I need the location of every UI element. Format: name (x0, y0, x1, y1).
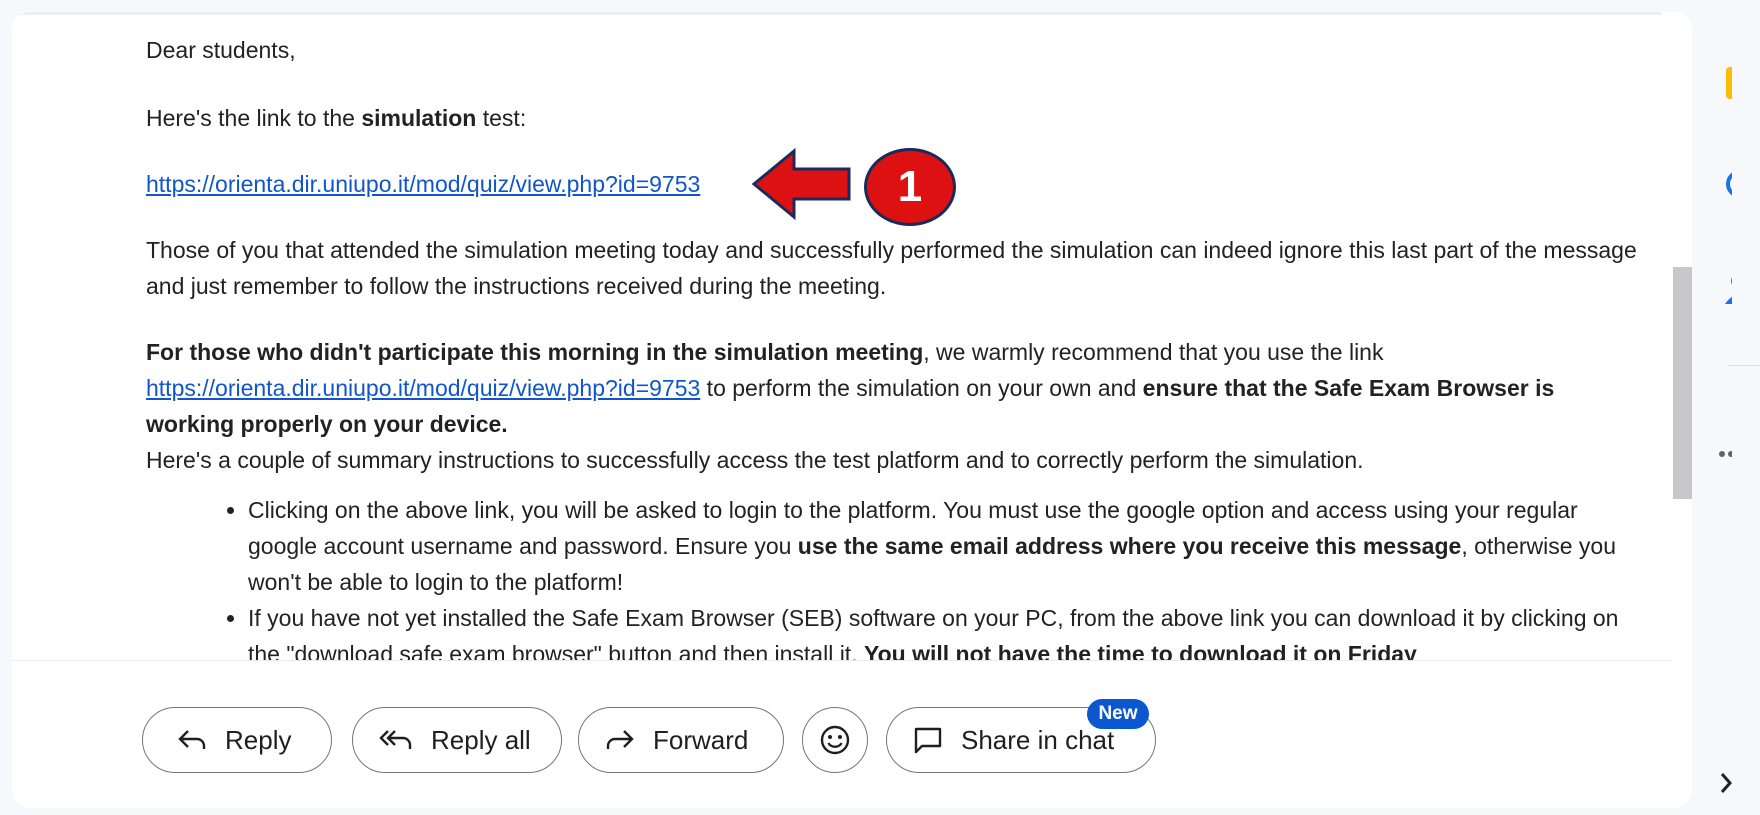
instruction-list: Clicking on the above link, you will be … (146, 492, 1646, 672)
step-number-marker: 1 (864, 148, 956, 226)
para-attended: Those of you that attended the simulatio… (146, 237, 1637, 299)
scrollbar-thumb[interactable] (1673, 267, 1692, 499)
reply-icon (178, 730, 206, 749)
forward-button[interactable]: Forward (578, 707, 784, 773)
tasks-icon[interactable] (1692, 168, 1732, 200)
side-panel-divider (1728, 365, 1760, 366)
expand-icon[interactable] (1692, 770, 1732, 796)
chat-icon (914, 727, 942, 754)
new-badge: New (1087, 699, 1149, 729)
reply-all-button[interactable]: Reply all (352, 707, 562, 773)
keep-icon[interactable] (1692, 67, 1732, 99)
para-instructions: Here's a couple of summary instructions … (146, 447, 1364, 473)
list-item: Clicking on the above link, you will be … (248, 492, 1646, 600)
reply-button[interactable]: Reply (142, 707, 332, 773)
intro-line: Here's the link to the simulation test: (146, 105, 527, 131)
side-panel (1692, 0, 1760, 815)
reply-all-icon (379, 730, 412, 749)
header-divider (12, 12, 1662, 15)
forward-icon (606, 730, 634, 749)
quiz-link-inline[interactable]: https://orienta.dir.uniupo.it/mod/quiz/v… (146, 375, 700, 401)
para-not-participated: For those who didn't participate this mo… (146, 339, 1555, 437)
red-arrow-annotation (752, 147, 851, 221)
quiz-link[interactable]: https://orienta.dir.uniupo.it/mod/quiz/v… (146, 171, 700, 197)
more-icon[interactable] (1692, 448, 1732, 460)
greeting: Dear students, (146, 37, 296, 63)
emoji-react-button[interactable] (802, 707, 868, 773)
email-message-card: Dear students, Here's the link to the si… (12, 12, 1692, 808)
contacts-icon[interactable] (1692, 272, 1732, 306)
email-body: Dear students, Here's the link to the si… (146, 32, 1646, 672)
emoji-icon (820, 725, 850, 755)
